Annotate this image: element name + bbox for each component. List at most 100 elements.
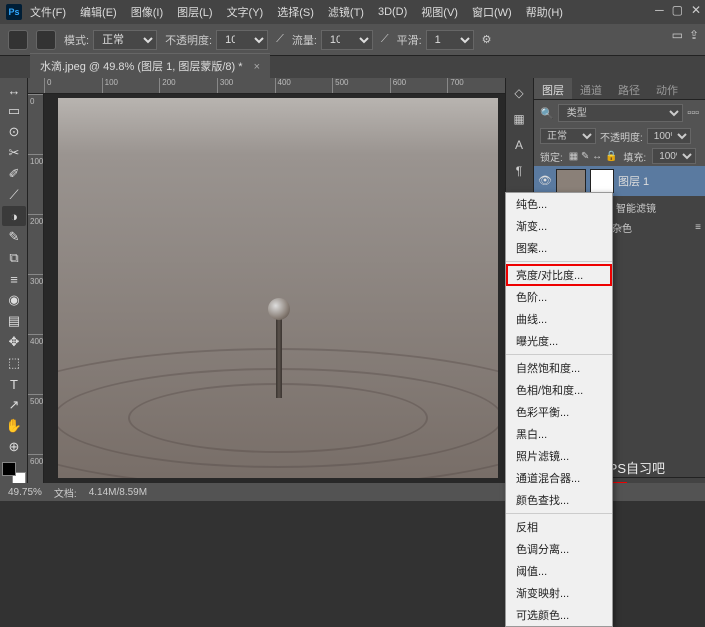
menu-select[interactable]: 选择(S) xyxy=(271,1,320,23)
image-content xyxy=(276,318,282,398)
crop-tool[interactable]: ✂ xyxy=(2,143,26,163)
smart-filters-label: 智能滤镜 xyxy=(616,200,656,215)
menu-gradient-map[interactable]: 渐变映射... xyxy=(506,582,612,604)
menu-file[interactable]: 文件(F) xyxy=(24,1,72,23)
gradient-tool[interactable]: ◉ xyxy=(2,290,26,310)
history-brush-tool[interactable]: ⧉ xyxy=(2,248,26,268)
healing-tool[interactable]: ⟋ xyxy=(2,185,26,205)
channels-tab[interactable]: 通道 xyxy=(572,78,610,99)
airbrush-icon[interactable]: ⟋ xyxy=(381,33,389,46)
menu-color-lookup[interactable]: 颜色查找... xyxy=(506,489,612,511)
path-tool[interactable]: ↗ xyxy=(2,395,26,415)
menu-vibrance[interactable]: 自然饱和度... xyxy=(506,357,612,379)
vertical-ruler: 0100200300400500600 xyxy=(28,94,44,501)
tools-palette: ↔ ▭ ⊙ ✂ ✐ ⟋ ◑ ✎ ⧉ ≡ ◉ ▤ ✥ ⬚ T ↗ ✋ ⊕ xyxy=(0,78,28,501)
share-icon[interactable]: ⇪ xyxy=(689,28,699,42)
opacity-select[interactable]: 100% xyxy=(216,30,268,50)
menu-separator xyxy=(506,261,612,262)
layer-blend-select[interactable]: 正常 xyxy=(540,128,596,144)
document-tab[interactable]: 水滴.jpeg @ 49.8% (图层 1, 图层蒙版/8) * × xyxy=(30,53,270,78)
stamp-tool[interactable]: ✎ xyxy=(2,227,26,247)
menu-filter[interactable]: 滤镜(T) xyxy=(322,1,370,23)
menu-posterize[interactable]: 色调分离... xyxy=(506,538,612,560)
menu-type[interactable]: 文字(Y) xyxy=(221,1,270,23)
pen-tool[interactable]: ⬚ xyxy=(2,353,26,373)
adjustment-layer-menu: 纯色... 渐变... 图案... 亮度/对比度... 色阶... 曲线... … xyxy=(505,192,613,627)
zoom-tool[interactable]: ⊕ xyxy=(2,437,26,457)
lasso-tool[interactable]: ⊙ xyxy=(2,122,26,142)
blend-mode-select[interactable]: 正常 xyxy=(93,30,157,50)
menu-curves[interactable]: 曲线... xyxy=(506,308,612,330)
filter-toggle-icon[interactable]: ▫▫▫ xyxy=(687,107,699,119)
menu-selective-color[interactable]: 可选颜色... xyxy=(506,604,612,626)
brush-tool[interactable]: ◑ xyxy=(2,206,26,226)
menu-window[interactable]: 窗口(W) xyxy=(466,1,518,23)
maximize-icon[interactable]: ▢ xyxy=(672,3,683,17)
search-icon[interactable]: ▭ xyxy=(672,28,683,42)
eyedropper-tool[interactable]: ✐ xyxy=(2,164,26,184)
menu-photo-filter[interactable]: 照片滤镜... xyxy=(506,445,612,467)
actions-tab[interactable]: 动作 xyxy=(648,78,686,99)
menu-gradient[interactable]: 渐变... xyxy=(506,215,612,237)
menu-invert[interactable]: 反相 xyxy=(506,516,612,538)
zoom-level[interactable]: 49.75% xyxy=(8,487,42,498)
blur-tool[interactable]: ▤ xyxy=(2,311,26,331)
mask-thumbnail[interactable] xyxy=(590,169,614,193)
visibility-icon[interactable]: 👁 xyxy=(538,174,552,188)
dodge-tool[interactable]: ✥ xyxy=(2,332,26,352)
menu-image[interactable]: 图像(I) xyxy=(125,1,169,23)
brush-preset-icon[interactable] xyxy=(8,30,28,50)
menu-hue-saturation[interactable]: 色相/饱和度... xyxy=(506,379,612,401)
type-tool[interactable]: T xyxy=(2,374,26,394)
layer-opacity-select[interactable]: 100% xyxy=(647,128,691,144)
menu-brightness-contrast[interactable]: 亮度/对比度... xyxy=(506,264,612,286)
close-icon[interactable]: ✕ xyxy=(691,3,701,17)
menu-help[interactable]: 帮助(H) xyxy=(520,1,569,23)
menu-threshold[interactable]: 阈值... xyxy=(506,560,612,582)
color-panel-icon[interactable]: ◇ xyxy=(508,82,530,104)
minimize-icon[interactable]: ─ xyxy=(655,3,664,17)
doc-size: 4.14M/8.59M xyxy=(89,487,147,498)
fill-label: 填充: xyxy=(623,149,646,164)
blend-mode-label: 模式: xyxy=(64,32,89,48)
smoothing-select[interactable]: 10% xyxy=(426,30,474,50)
paths-tab[interactable]: 路径 xyxy=(610,78,648,99)
layer-filter-select[interactable]: 类型 xyxy=(558,104,684,122)
menu-levels[interactable]: 色阶... xyxy=(506,286,612,308)
character-panel-icon[interactable]: A xyxy=(508,134,530,156)
layer-name[interactable]: 图层 1 xyxy=(618,173,649,189)
layers-tab[interactable]: 图层 xyxy=(534,78,572,99)
menu-separator xyxy=(506,513,612,514)
menu-channel-mixer[interactable]: 通道混合器... xyxy=(506,467,612,489)
gear-icon[interactable]: ⚙ xyxy=(482,33,492,46)
foreground-color[interactable] xyxy=(2,462,16,476)
close-tab-icon[interactable]: × xyxy=(254,61,260,73)
menu-pattern[interactable]: 图案... xyxy=(506,237,612,259)
flow-select[interactable]: 100% xyxy=(321,30,373,50)
menu-exposure[interactable]: 曝光度... xyxy=(506,330,612,352)
image-content xyxy=(268,298,290,320)
app-logo: Ps xyxy=(6,4,22,20)
menu-color-balance[interactable]: 色彩平衡... xyxy=(506,401,612,423)
swatches-panel-icon[interactable]: ▦ xyxy=(508,108,530,130)
hand-tool[interactable]: ✋ xyxy=(2,416,26,436)
filter-icon[interactable]: 🔍 xyxy=(540,107,554,120)
filter-options-icon[interactable]: ≡ xyxy=(695,222,701,233)
lock-icons[interactable]: ▦ ✎ ↔ 🔒 xyxy=(569,151,618,162)
fill-select[interactable]: 100% xyxy=(652,148,696,164)
menu-solid-color[interactable]: 纯色... xyxy=(506,193,612,215)
pressure-opacity-icon[interactable]: ⟋ xyxy=(276,33,284,46)
menu-view[interactable]: 视图(V) xyxy=(415,1,464,23)
menu-black-white[interactable]: 黑白... xyxy=(506,423,612,445)
marquee-tool[interactable]: ▭ xyxy=(2,101,26,121)
brush-settings-icon[interactable] xyxy=(36,30,56,50)
menu-edit[interactable]: 编辑(E) xyxy=(74,1,123,23)
menu-separator xyxy=(506,354,612,355)
move-tool[interactable]: ↔ xyxy=(2,80,26,100)
paragraph-panel-icon[interactable]: ¶ xyxy=(508,160,530,182)
canvas[interactable] xyxy=(58,98,498,478)
layer-thumbnail[interactable] xyxy=(556,169,586,193)
menu-3d[interactable]: 3D(D) xyxy=(372,3,413,21)
menu-layer[interactable]: 图层(L) xyxy=(171,1,218,23)
eraser-tool[interactable]: ≡ xyxy=(2,269,26,289)
